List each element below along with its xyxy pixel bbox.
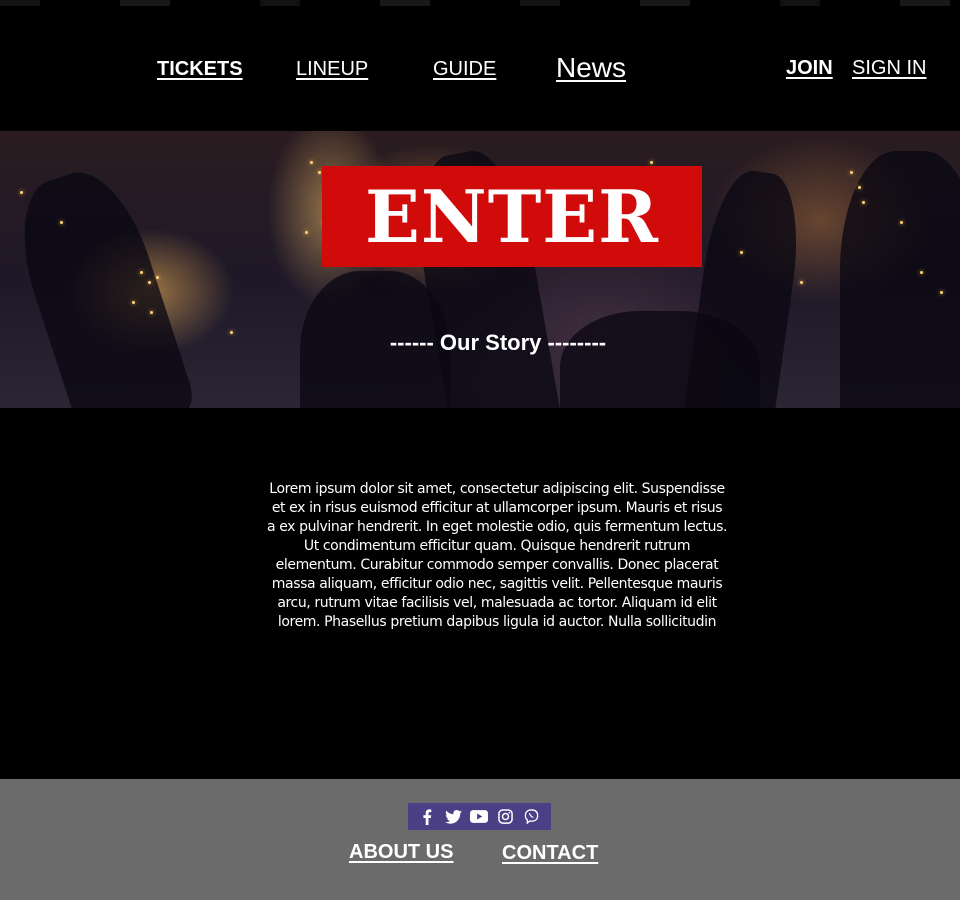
nav-link-tickets[interactable]: TICKETS: [157, 58, 243, 81]
crowd-silhouette: [840, 151, 960, 408]
story-paragraph: Lorem ipsum dolor sit amet, consectetur …: [266, 481, 728, 630]
instagram-icon[interactable]: [497, 808, 515, 826]
top-navigation-bar: TICKETS LINEUP GUIDE News JOIN SIGN IN: [0, 0, 960, 131]
nav-link-news[interactable]: News: [556, 52, 626, 84]
footer-link-contact[interactable]: CONTACT: [502, 842, 598, 865]
enter-logo: ENTER: [322, 166, 702, 267]
our-story-heading: ------ Our Story --------: [389, 330, 607, 355]
youtube-icon[interactable]: [470, 808, 489, 826]
footer-link-about-us[interactable]: ABOUT US: [349, 841, 453, 864]
social-icons-bar: [408, 803, 551, 830]
nav-link-lineup[interactable]: LINEUP: [296, 58, 368, 81]
facebook-icon[interactable]: [418, 808, 436, 826]
crowd-silhouette: [2, 158, 198, 408]
top-edge-decoration: [0, 0, 960, 6]
footer: ABOUT US CONTACT: [0, 779, 960, 900]
join-link[interactable]: JOIN: [786, 57, 833, 80]
crowd-silhouette: [560, 311, 760, 408]
twitter-icon[interactable]: [444, 808, 462, 826]
viber-icon[interactable]: [523, 808, 541, 826]
nav-link-guide[interactable]: GUIDE: [433, 58, 496, 81]
logo-text: ENTER: [365, 174, 659, 259]
sign-in-link[interactable]: SIGN IN: [852, 57, 926, 80]
